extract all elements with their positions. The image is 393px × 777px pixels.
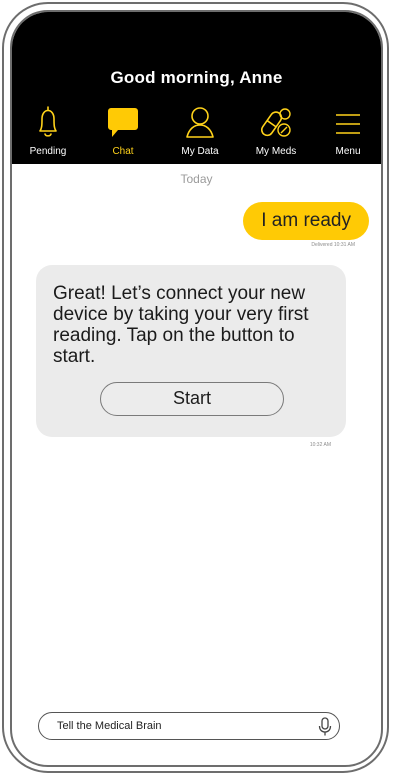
incoming-message: Great! Let’s connect your new device by … <box>36 265 346 437</box>
phone-screen: Good morning, Anne Pending Chat My Data … <box>10 10 383 767</box>
app-header: Good morning, Anne Pending Chat My Data … <box>12 12 381 164</box>
nav-item-my-meds[interactable]: My Meds <box>244 104 308 160</box>
greeting-title: Good morning, Anne <box>110 68 283 87</box>
nav-item-menu[interactable]: Menu <box>316 104 380 160</box>
message-input-bar[interactable] <box>38 712 340 740</box>
date-separator: Today <box>180 172 213 186</box>
message-input[interactable] <box>57 713 307 739</box>
hamburger-menu-icon <box>336 114 360 134</box>
nav-label-pending: Pending <box>29 146 67 157</box>
bell-icon <box>39 106 57 137</box>
nav-item-my-data[interactable]: My Data <box>168 104 232 160</box>
person-icon <box>186 107 214 138</box>
microphone-icon[interactable] <box>317 717 333 737</box>
nav-label-chat: Chat <box>112 146 134 157</box>
pill-icon <box>260 108 291 137</box>
nav-label-menu: Menu <box>335 146 361 157</box>
outgoing-message: I am ready <box>243 202 369 240</box>
nav-item-chat[interactable]: Chat <box>91 104 155 160</box>
outgoing-message-status: Delivered 10:31 AM <box>311 242 355 248</box>
nav-label-my-meds: My Meds <box>255 146 297 157</box>
chat-bubble-icon <box>108 108 138 137</box>
chat-thread[interactable]: Today I am ready Delivered 10:31 AM Grea… <box>12 164 381 724</box>
incoming-message-text: Great! Let’s connect your new device by … <box>53 283 309 367</box>
incoming-message-time: 10:32 AM <box>309 442 331 448</box>
nav-label-my-data: My Data <box>181 146 219 157</box>
start-button[interactable]: Start <box>100 382 284 416</box>
nav-item-pending[interactable]: Pending <box>16 104 80 160</box>
top-nav: Pending Chat My Data My Meds Menu <box>12 104 381 160</box>
